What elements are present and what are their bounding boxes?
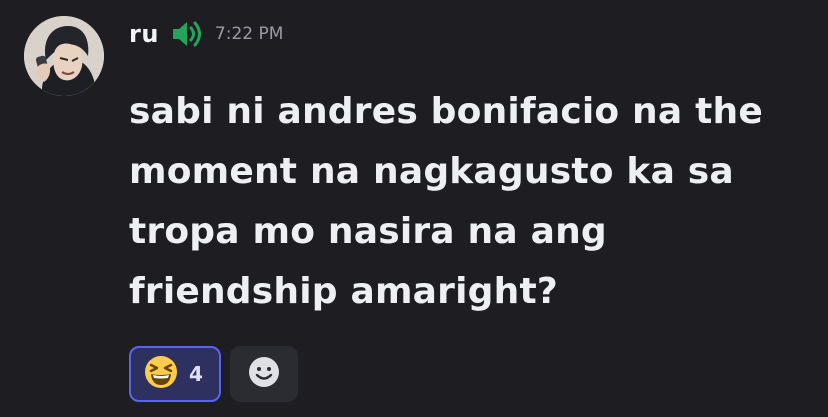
reaction-count: 4: [189, 362, 203, 386]
message-content: sabi ni andres bonifacio na the moment n…: [129, 91, 763, 312]
avatar-image: [24, 16, 104, 96]
reaction-bar: 4: [129, 346, 298, 402]
chat-message: ru 7:22 PM sabi ni andres bonifacio na t…: [0, 0, 828, 417]
reaction-laughing[interactable]: 4: [129, 346, 221, 402]
add-reaction-button[interactable]: [230, 346, 298, 402]
add-reaction-smiley-icon: [247, 355, 281, 393]
message-timestamp: 7:22 PM: [214, 24, 284, 44]
user-avatar[interactable]: [24, 16, 104, 96]
message-header: ru 7:22 PM: [129, 14, 283, 54]
speaker-icon: [171, 16, 207, 52]
username[interactable]: ru: [129, 20, 159, 48]
laughing-squinting-face-icon: [143, 354, 179, 394]
